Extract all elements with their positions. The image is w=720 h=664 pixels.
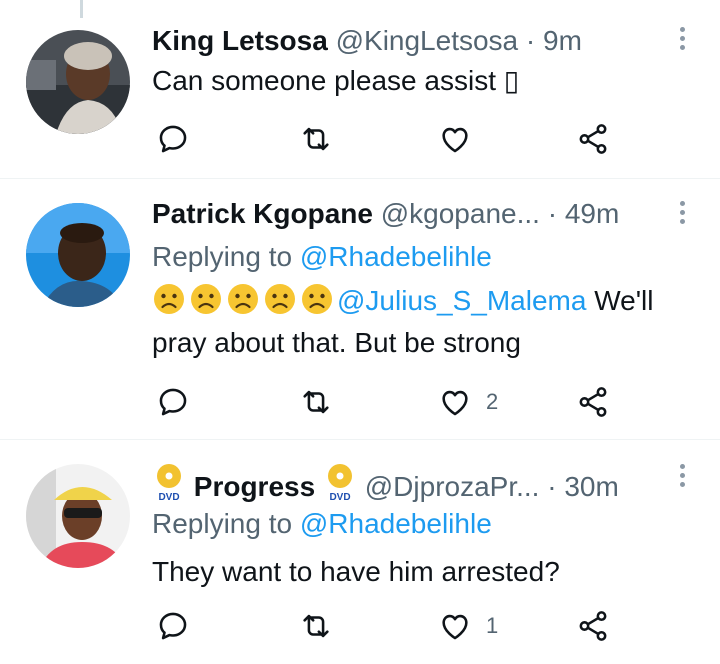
replying-label: Replying to	[152, 508, 293, 539]
tweet-text: They want to have him arrested?	[152, 556, 560, 587]
svg-text:DVD: DVD	[329, 492, 350, 502]
author-name[interactable]: Progress	[194, 471, 315, 502]
like-icon	[442, 614, 468, 640]
more-icon[interactable]	[680, 201, 686, 228]
like-icon	[442, 390, 468, 416]
separator: ·	[547, 471, 557, 502]
tweet-header: King Letsosa @KingLetsosa · 9m	[152, 23, 650, 59]
retweet-icon	[303, 127, 329, 151]
replying-to-mention[interactable]: @Rhadebelihle	[300, 241, 492, 272]
avatar[interactable]	[26, 464, 130, 568]
timestamp[interactable]: 30m	[564, 471, 618, 502]
timestamp[interactable]: 9m	[543, 25, 582, 56]
action-bar: 1	[152, 608, 632, 644]
replying-to: Replying to @Rhadebelihle	[152, 239, 492, 275]
author-handle[interactable]: @KingLetsosa	[336, 25, 519, 56]
retweet-icon	[303, 390, 329, 414]
share-icon	[579, 611, 607, 641]
tweet-1[interactable]: King Letsosa @KingLetsosa · 9m Can someo…	[0, 0, 720, 179]
author-name[interactable]: Patrick Kgopane	[152, 198, 373, 229]
author-handle[interactable]: @DjprozaPr...	[365, 471, 540, 502]
tweet-header: DVD Progress DVD @DjprozaPr... · 30m	[152, 462, 650, 505]
reply-icon	[159, 388, 187, 416]
like-count: 1	[486, 613, 499, 638]
author-handle[interactable]: @kgopane...	[381, 198, 540, 229]
share-icon	[579, 387, 607, 417]
retweet-button[interactable]	[298, 384, 348, 420]
avatar[interactable]	[26, 30, 130, 134]
like-count: 2	[486, 389, 499, 414]
avatar[interactable]	[26, 203, 130, 307]
replying-to-mention[interactable]: @Rhadebelihle	[300, 508, 492, 539]
share-button[interactable]	[576, 608, 610, 644]
sad-face-emoji	[228, 284, 258, 314]
share-button[interactable]	[576, 384, 610, 420]
reply-button[interactable]	[156, 608, 204, 644]
like-button[interactable]: 2	[438, 384, 498, 420]
like-icon	[442, 127, 468, 153]
tweet-text-part1: We'll	[594, 285, 654, 316]
retweet-button[interactable]	[298, 608, 348, 644]
tweet-text-part2: pray about that. But be strong	[152, 327, 521, 358]
separator: ·	[547, 198, 558, 229]
reply-icon	[159, 612, 187, 640]
share-button[interactable]	[576, 121, 610, 157]
action-bar	[152, 121, 632, 157]
dvd-emoji: DVD	[327, 464, 352, 502]
dvd-emoji: DVD	[157, 464, 181, 502]
action-bar: 2	[152, 384, 632, 420]
retweet-icon	[303, 614, 329, 638]
sad-face-emoji	[302, 284, 332, 314]
more-icon[interactable]	[680, 27, 686, 54]
separator: ·	[525, 25, 536, 56]
replying-label: Replying to	[152, 241, 293, 272]
svg-text:DVD: DVD	[158, 492, 179, 502]
tweet-text: @Julius_S_Malema We'll pray about that. …	[152, 280, 680, 364]
tweet-header: Patrick Kgopane @kgopane... · 49m	[152, 196, 650, 232]
replying-to: Replying to @Rhadebelihle	[152, 506, 492, 542]
tweet-3[interactable]: DVD Progress DVD @DjprozaPr... · 30m Rep…	[0, 440, 720, 664]
tweet-text: Can someone please assist ▯	[152, 65, 520, 96]
mention-link[interactable]: @Julius_S_Malema	[337, 285, 586, 316]
tweet-2[interactable]: Patrick Kgopane @kgopane... · 49m Replyi…	[0, 179, 720, 440]
reply-button[interactable]	[156, 121, 204, 157]
retweet-button[interactable]	[298, 121, 348, 157]
sad-face-emoji	[154, 284, 184, 314]
timestamp[interactable]: 49m	[565, 198, 619, 229]
share-icon	[579, 124, 607, 154]
author-name[interactable]: King Letsosa	[152, 25, 328, 56]
sad-face-emoji	[191, 284, 221, 314]
sad-face-emoji	[265, 284, 295, 314]
like-button[interactable]: 1	[438, 608, 498, 644]
more-icon[interactable]	[680, 464, 686, 491]
reply-icon	[159, 125, 187, 153]
reply-button[interactable]	[156, 384, 204, 420]
like-button[interactable]	[438, 121, 486, 157]
